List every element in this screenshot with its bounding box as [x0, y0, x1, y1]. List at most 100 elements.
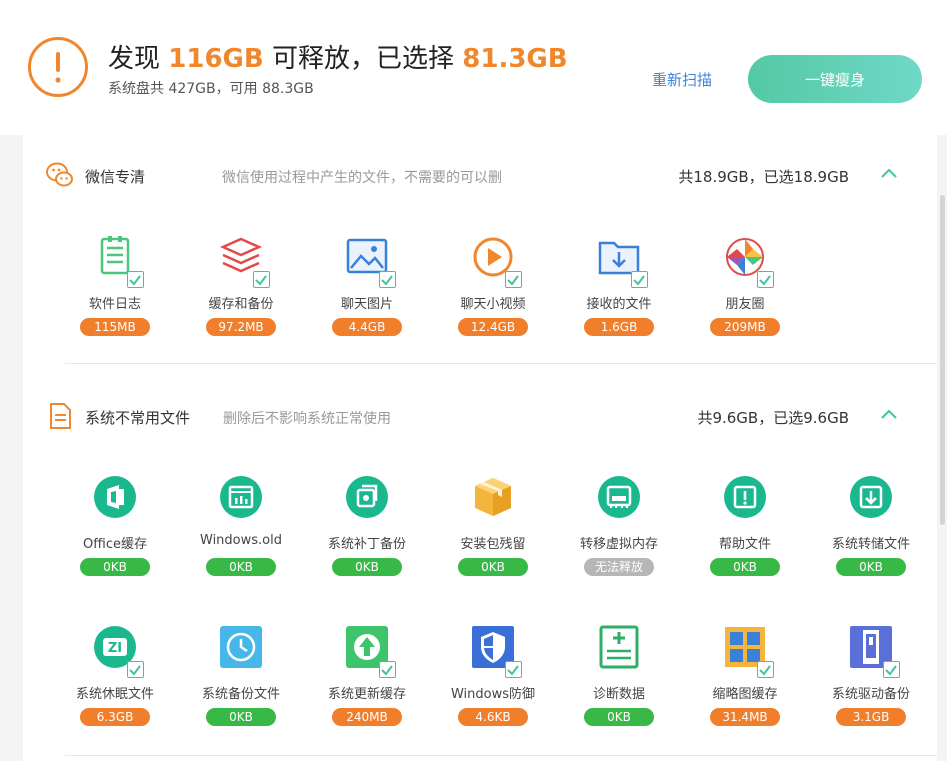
section-divider [65, 755, 937, 756]
checkbox-checked[interactable] [757, 661, 774, 678]
size-badge: 6.3GB [80, 708, 150, 726]
warning-icon [28, 37, 88, 97]
item-label: Windows防御 [450, 687, 536, 702]
wechat-icon [46, 162, 73, 187]
section-title: 系统不常用文件 [85, 409, 191, 427]
chevron-up-icon[interactable] [879, 164, 899, 182]
size-badge: 0KB [584, 708, 654, 726]
item-virtual-memory[interactable]: 转移虚拟内存 无法释放 [556, 475, 682, 585]
item-label: 聊天小视频 [460, 297, 526, 312]
checkbox-checked[interactable] [127, 271, 144, 288]
svg-text:ZI: ZI [108, 641, 122, 656]
item-label: 系统转储文件 [831, 537, 910, 552]
section-total: 共9.6GB，已选9.6GB [697, 409, 849, 427]
section-description: 删除后不影响系统正常使用 [223, 411, 391, 427]
item-label: 聊天图片 [340, 297, 393, 312]
item-moments[interactable]: 朋友圈 209MB [682, 235, 808, 345]
size-badge: 97.2MB [206, 318, 276, 336]
size-badge: 0KB [206, 558, 276, 576]
section-divider [65, 363, 937, 364]
item-label: 缓存和备份 [208, 297, 274, 312]
item-driver-backup[interactable]: 系统驱动备份 3.1GB [808, 625, 934, 735]
office-icon [94, 476, 136, 518]
item-label: 诊断数据 [592, 687, 645, 702]
checkbox-checked[interactable] [379, 271, 396, 288]
size-badge: 无法释放 [584, 558, 654, 576]
selected-size: 81.3GB [462, 44, 568, 74]
item-label: 软件日志 [88, 297, 141, 312]
checkbox-checked[interactable] [505, 271, 522, 288]
item-chat-videos[interactable]: 聊天小视频 12.4GB [430, 235, 556, 345]
document-icon [50, 403, 71, 429]
size-badge: 209MB [710, 318, 780, 336]
found-size: 116GB [168, 44, 264, 74]
help-icon [724, 476, 766, 518]
item-label: 系统休眠文件 [75, 687, 154, 702]
size-badge: 4.4GB [332, 318, 402, 336]
item-windows-defender[interactable]: Windows防御 4.6KB [430, 625, 556, 735]
checkbox-checked[interactable] [127, 661, 144, 678]
checkbox-checked[interactable] [757, 271, 774, 288]
disk-summary: 系统盘共 427GB，可用 88.3GB [108, 81, 314, 97]
size-badge: 0KB [332, 558, 402, 576]
item-label: 缩略图缓存 [712, 687, 778, 702]
diagnostic-icon [599, 625, 639, 669]
one-click-slim-button[interactable]: 一键瘦身 [748, 55, 922, 103]
item-diagnostic-data[interactable]: 诊断数据 0KB [556, 625, 682, 735]
backup-clock-icon [220, 626, 262, 668]
section-title: 微信专清 [85, 168, 146, 186]
size-badge: 0KB [80, 558, 150, 576]
size-badge: 0KB [836, 558, 906, 576]
size-badge: 240MB [332, 708, 402, 726]
size-badge: 0KB [458, 558, 528, 576]
item-installer-residue[interactable]: 安装包残留 0KB [430, 475, 556, 585]
title-middle: 可释放，已选择 [271, 44, 454, 74]
item-label: Windows.old [200, 533, 282, 548]
item-label: 系统更新缓存 [327, 687, 406, 702]
item-windows-old[interactable]: Windows.old 0KB [178, 475, 304, 585]
windows-old-icon [220, 476, 262, 518]
scan-results-panel: 微信专清 微信使用过程中产生的文件，不需要的可以删 共18.9GB，已选18.9… [23, 135, 937, 761]
size-badge: 3.1GB [836, 708, 906, 726]
item-cache-backup[interactable]: 缓存和备份 97.2MB [178, 235, 304, 345]
item-received-files[interactable]: 接收的文件 1.6GB [556, 235, 682, 345]
item-office-cache[interactable]: Office缓存 0KB [52, 475, 178, 585]
item-help-files[interactable]: 帮助文件 0KB [682, 475, 808, 585]
item-label: 帮助文件 [718, 537, 771, 552]
item-system-backup[interactable]: 系统备份文件 0KB [178, 625, 304, 735]
item-label: 转移虚拟内存 [579, 537, 658, 552]
item-label: 朋友圈 [725, 297, 765, 312]
checkbox-checked[interactable] [631, 271, 648, 288]
patch-icon [346, 476, 388, 518]
item-dump-files[interactable]: 系统转储文件 0KB [808, 475, 934, 585]
item-patch-backup[interactable]: 系统补丁备份 0KB [304, 475, 430, 585]
dump-icon [850, 476, 892, 518]
checkbox-checked[interactable] [883, 661, 900, 678]
item-chat-images[interactable]: 聊天图片 4.4GB [304, 235, 430, 345]
item-label: 系统驱动备份 [831, 687, 910, 702]
checkbox-checked[interactable] [379, 661, 396, 678]
section-description: 微信使用过程中产生的文件，不需要的可以删 [222, 170, 502, 186]
checkbox-checked[interactable] [505, 661, 522, 678]
size-badge: 12.4GB [458, 318, 528, 336]
vertical-scrollbar[interactable] [940, 195, 945, 525]
size-badge: 115MB [80, 318, 150, 336]
rescan-link[interactable]: 重新扫描 [652, 69, 712, 90]
item-thumbnail-cache[interactable]: 缩略图缓存 31.4MB [682, 625, 808, 735]
item-update-cache[interactable]: 系统更新缓存 240MB [304, 625, 430, 735]
section-total: 共18.9GB，已选18.9GB [678, 168, 849, 186]
item-label: 接收的文件 [586, 297, 652, 312]
chevron-up-icon[interactable] [879, 405, 899, 423]
memory-icon [598, 476, 640, 518]
section-header-wechat: 微信专清 微信使用过程中产生的文件，不需要的可以删 共18.9GB，已选18.9… [23, 154, 937, 194]
item-label: 系统补丁备份 [327, 537, 406, 552]
item-label: 安装包残留 [460, 537, 526, 552]
size-badge: 0KB [710, 558, 780, 576]
item-software-log[interactable]: 软件日志 115MB [52, 235, 178, 345]
summary-title: 发现 116GB 可释放，已选择 81.3GB [108, 38, 568, 75]
size-badge: 1.6GB [584, 318, 654, 336]
section-header-system: 系统不常用文件 删除后不影响系统正常使用 共9.6GB，已选9.6GB [23, 395, 937, 435]
checkbox-checked[interactable] [253, 271, 270, 288]
item-hibernate-file[interactable]: ZI 系统休眠文件 6.3GB [52, 625, 178, 735]
item-label: 系统备份文件 [201, 687, 280, 702]
